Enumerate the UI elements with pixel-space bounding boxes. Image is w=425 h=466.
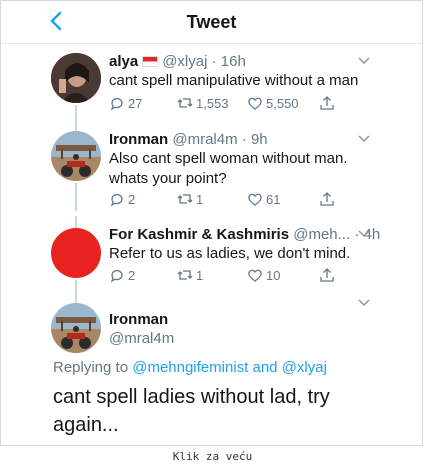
dot-separator: · [237, 131, 251, 148]
share-icon [320, 96, 334, 110]
timestamp[interactable]: 9h [251, 131, 268, 148]
retweet-button[interactable]: 1,553 [177, 95, 229, 111]
avatar-photo-icon [51, 303, 101, 353]
like-button[interactable]: 61 [247, 191, 280, 207]
thread-line [75, 291, 77, 303]
share-button[interactable] [319, 267, 338, 283]
avatar[interactable] [51, 131, 101, 181]
timestamp[interactable]: 16h [221, 53, 246, 70]
author-block: Ironman @mral4m [109, 311, 174, 347]
chevron-down-icon[interactable] [358, 299, 370, 307]
thread-line [75, 216, 77, 228]
heart-icon [248, 97, 262, 110]
handle[interactable]: @xlyaj [162, 53, 207, 70]
tweet-header: alya @xlyaj · 16h [109, 53, 382, 70]
share-icon [320, 192, 334, 206]
avatar[interactable] [51, 228, 101, 278]
replying-to: Replying to @mehngifeminist and @xlyaj [53, 359, 327, 376]
display-name[interactable]: alya [109, 53, 138, 70]
retweet-count: 1 [196, 267, 204, 283]
thread-line [75, 121, 77, 131]
replying-users-link[interactable]: @mehngifeminist and @xlyaj [132, 359, 327, 376]
share-button[interactable] [319, 95, 338, 111]
retweet-count: 1,553 [196, 95, 229, 111]
share-icon [320, 268, 334, 282]
main-tweet-text: cant spell ladies without lad, try again… [53, 383, 382, 439]
tweet-actions: 27 1,553 5,550 [109, 95, 362, 115]
page-title: Tweet [186, 12, 237, 32]
tweet-header: For Kashmir & Kashmiris @meh... · 4h [109, 226, 382, 243]
tweet-text-line: whats your point? [109, 170, 227, 187]
tweet-actions: 2 1 10 [109, 267, 362, 287]
indonesia-flag-icon [142, 55, 159, 67]
reply-count: 2 [128, 267, 136, 283]
avatar-photo-icon [51, 131, 101, 181]
retweet-count: 1 [196, 191, 204, 207]
like-count: 10 [266, 267, 281, 283]
replying-prefix: Replying to [53, 359, 129, 376]
share-button[interactable] [319, 191, 338, 207]
reply-count: 2 [128, 191, 136, 207]
tweet-text: Also cant spell woman without man. whats… [109, 149, 392, 189]
reply-icon [110, 193, 123, 207]
tweet-screenshot: Tweet alya @xlyaj · 16h cant spell manipu… [0, 0, 423, 446]
like-count: 5,550 [266, 95, 299, 111]
avatar[interactable] [51, 53, 101, 103]
tweet-header: Ironman @mral4m · 9h [109, 131, 382, 148]
handle[interactable]: @mral4m [109, 330, 174, 347]
reply-button[interactable]: 2 [109, 191, 135, 207]
retweet-button[interactable]: 1 [177, 191, 203, 207]
chevron-down-icon[interactable] [358, 135, 370, 143]
tweet-actions: 2 1 61 [109, 191, 362, 211]
reply-count: 27 [128, 95, 143, 111]
header: Tweet [1, 1, 422, 44]
like-button[interactable]: 10 [247, 267, 280, 283]
avatar-photo-icon [51, 53, 101, 103]
tweet-text: Refer to us as ladies, we don't mind. [109, 245, 351, 262]
retweet-icon [177, 270, 193, 280]
chevron-down-icon[interactable] [358, 57, 370, 65]
tweet-text-line: Also cant spell woman without man. [109, 150, 348, 167]
heart-icon [248, 269, 262, 282]
like-button[interactable]: 5,550 [247, 95, 299, 111]
avatar[interactable] [51, 303, 101, 353]
main-text-line: again... [53, 414, 119, 436]
retweet-icon [177, 194, 193, 204]
retweet-button[interactable]: 1 [177, 267, 203, 283]
chevron-down-icon[interactable] [358, 230, 370, 238]
main-text-line: cant spell ladies without lad, try [53, 386, 330, 408]
display-name[interactable]: Ironman [109, 311, 174, 328]
enlarge-caption[interactable]: Klik za veću [0, 448, 425, 466]
reply-icon [110, 269, 123, 283]
reply-icon [110, 97, 123, 111]
reply-button[interactable]: 27 [109, 95, 142, 111]
handle[interactable]: @meh... [293, 226, 350, 243]
heart-icon [248, 193, 262, 206]
reply-button[interactable]: 2 [109, 267, 135, 283]
retweet-icon [177, 98, 193, 108]
like-count: 61 [266, 191, 281, 207]
handle[interactable]: @mral4m [172, 131, 237, 148]
thread-line [75, 183, 77, 211]
tweet-text: cant spell manipulative without a man [109, 72, 359, 89]
display-name[interactable]: Ironman [109, 131, 168, 148]
dot-separator: · [207, 53, 221, 70]
display-name[interactable]: For Kashmir & Kashmiris [109, 226, 289, 243]
